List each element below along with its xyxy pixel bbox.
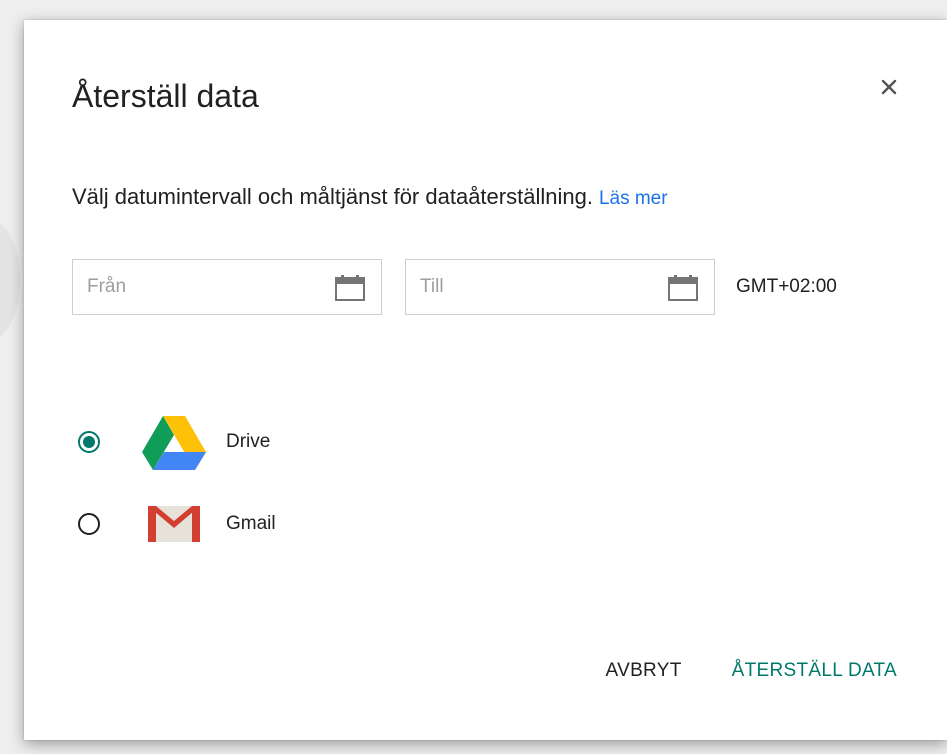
gmail-radio[interactable]: [78, 513, 100, 535]
to-date-field[interactable]: [405, 259, 715, 315]
service-option-drive[interactable]: Drive: [72, 412, 270, 472]
description-text: Välj datumintervall och måltjänst för da…: [72, 184, 593, 209]
dialog-title: Återställ data: [72, 78, 259, 114]
calendar-icon[interactable]: [333, 274, 367, 302]
restore-data-button[interactable]: ÅTERSTÄLL DATA: [732, 660, 897, 682]
calendar-icon[interactable]: [666, 274, 700, 302]
cancel-button[interactable]: AVBRYT: [606, 660, 682, 682]
background-decoration: [0, 220, 20, 340]
dialog-actions: AVBRYT ÅTERSTÄLL DATA: [606, 660, 897, 682]
learn-more-link[interactable]: Läs mer: [599, 188, 668, 209]
service-option-gmail[interactable]: Gmail: [72, 494, 276, 554]
restore-data-dialog: Återställ data Välj datumintervall och m…: [24, 20, 947, 740]
timezone-label: GMT+02:00: [736, 276, 837, 297]
dialog-description: Välj datumintervall och måltjänst för da…: [72, 184, 668, 210]
drive-radio[interactable]: [78, 431, 100, 453]
gmail-icon: [142, 496, 206, 552]
from-date-field[interactable]: [72, 259, 382, 315]
close-button[interactable]: [874, 72, 904, 102]
google-drive-icon: [142, 414, 206, 470]
gmail-label: Gmail: [226, 513, 276, 534]
close-icon: [881, 79, 897, 95]
to-date-input[interactable]: [420, 260, 650, 314]
from-date-input[interactable]: [87, 260, 317, 314]
drive-label: Drive: [226, 431, 271, 452]
